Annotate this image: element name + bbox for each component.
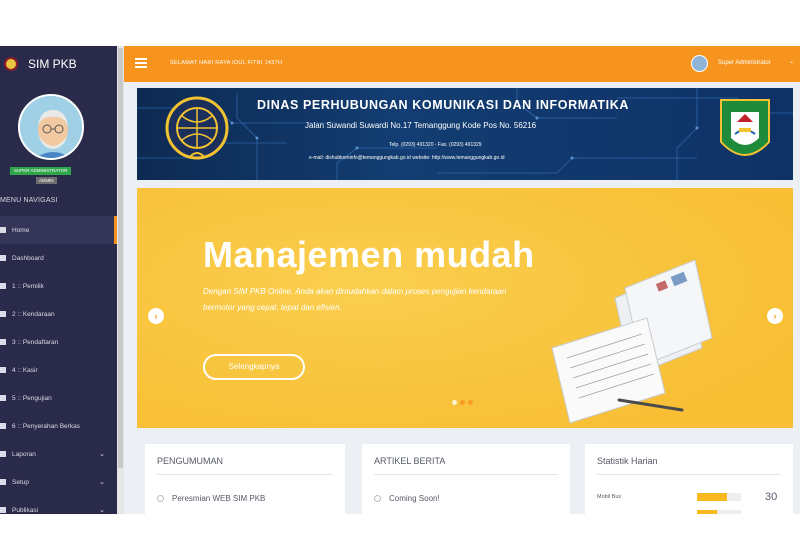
car-icon: [0, 311, 6, 317]
brand-logo-icon: [4, 57, 18, 71]
sidebar-item-label: 3 :: Pendaftaran: [12, 338, 59, 346]
chevron-down-icon[interactable]: ⌄: [789, 58, 794, 65]
stats-title: Statistik Harian: [597, 456, 658, 466]
divider: [157, 474, 333, 475]
settings-icon: [0, 479, 6, 485]
sidebar-item-label: Home: [12, 226, 30, 234]
document-icon: [0, 423, 6, 429]
carousel-prev-icon[interactable]: ‹: [148, 308, 164, 324]
sidebar-menu: HomeDashboard1 :: Pemilik2 :: Kendaraan3…: [0, 216, 117, 514]
news-box: ARTIKEL BERITA Coming Soon!: [362, 444, 570, 514]
news-item[interactable]: Coming Soon!: [374, 494, 440, 503]
news-title: ARTIKEL BERITA: [374, 456, 446, 466]
stats-box: Statistik Harian Mobil Bus 30: [585, 444, 793, 514]
hero-carousel: Manajemen mudah Dengan SIM PKB Online, A…: [137, 188, 793, 428]
stat-progress-secondary: [697, 510, 741, 514]
hero-title: Manajemen mudah: [203, 234, 535, 275]
timeline-dot-icon: [374, 495, 381, 502]
test-icon: [0, 395, 6, 401]
agency-contact: e-mail: dishubkominfo@temanggungkab.go.i…: [309, 155, 505, 161]
sidebar-item-3-pendaftaran[interactable]: 3 :: Pendaftaran: [0, 328, 117, 356]
hero-text: Dengan SIM PKB Online, Anda akan dimudah…: [203, 287, 507, 312]
dashboard-icon: [0, 255, 6, 261]
sidebar-item-label: 5 :: Pengujian: [12, 394, 52, 402]
publish-icon: [0, 507, 6, 513]
sidebar-item-6-penyerahan-berkas[interactable]: 6 :: Penyerahan Berkas: [0, 412, 117, 440]
sidebar-item-5-pengujian[interactable]: 5 :: Pengujian: [0, 384, 117, 412]
app-window: SIM PKB SUPER ADMINISTRATOR ADMIN MENU N…: [0, 46, 800, 514]
carousel-dot[interactable]: [468, 400, 473, 405]
sidebar: SIM PKB SUPER ADMINISTRATOR ADMIN MENU N…: [0, 46, 117, 514]
agency-address: Jalan Suwandi Suwardi No.17 Temanggung K…: [305, 121, 537, 130]
scrollbar-thumb[interactable]: [118, 48, 123, 468]
news-item-label: Coming Soon!: [389, 494, 440, 503]
carousel-next-icon[interactable]: ›: [767, 308, 783, 324]
announcement-item[interactable]: Peresmian WEB SIM PKB: [157, 494, 265, 503]
dishub-logo-icon: [165, 96, 229, 160]
role-badge-secondary: ADMIN: [36, 177, 57, 184]
chevron-down-icon: ⌄: [99, 451, 105, 458]
agency-phone: Telp. (0293) 491320 - Fax. (0293) 491329: [389, 142, 482, 148]
sidebar-item-label: Publikasi: [12, 506, 39, 514]
avatar-icon: [20, 96, 82, 158]
read-more-button[interactable]: Selengkapnya: [203, 354, 305, 380]
divider: [597, 474, 781, 475]
divider: [374, 474, 558, 475]
report-icon: [0, 451, 6, 457]
sidebar-item-label: Dashboard: [12, 254, 44, 262]
sidebar-item-4-kasir[interactable]: 4 :: Kasir: [0, 356, 117, 384]
user-avatar[interactable]: [691, 55, 708, 72]
carousel-dot[interactable]: [452, 400, 457, 405]
header-banner: DINAS PERHUBUNGAN KOMUNIKASI DAN INFORMA…: [137, 88, 793, 180]
announcement-box: PENGUMUMAN Peresmian WEB SIM PKB: [145, 444, 345, 514]
stat-label: Mobil Bus: [597, 494, 622, 500]
stat-progress-fill-secondary: [697, 510, 717, 514]
sidebar-brand[interactable]: SIM PKB: [0, 46, 117, 82]
agency-title: DINAS PERHUBUNGAN KOMUNIKASI DAN INFORMA…: [257, 98, 629, 112]
stat-progress: [697, 493, 741, 501]
sidebar-scrollbar[interactable]: [117, 46, 124, 514]
role-badge: SUPER ADMINISTRATOR: [10, 167, 72, 175]
sidebar-item-laporan[interactable]: Laporan ⌄: [0, 440, 117, 468]
sign-in-icon: [0, 339, 6, 345]
greeting-text: SELAMAT HARI RAYA IDUL FITRI 1437H: [170, 60, 283, 66]
sidebar-item-2-kendaraan[interactable]: 2 :: Kendaraan: [0, 300, 117, 328]
home-icon: [0, 227, 6, 233]
announcement-item-label: Peresmian WEB SIM PKB: [172, 494, 266, 503]
user-icon: [0, 283, 6, 289]
sidebar-item-setup[interactable]: Setup ⌄: [0, 468, 117, 496]
chevron-down-icon: ⌄: [99, 507, 105, 514]
sidebar-item-label: 2 :: Kendaraan: [12, 310, 55, 318]
sidebar-item-label: Setup: [12, 478, 29, 486]
sidebar-item-home[interactable]: Home: [0, 216, 117, 244]
menu-toggle-icon[interactable]: [135, 58, 147, 68]
menu-header: MENU NAVIGASI: [0, 197, 58, 204]
sidebar-item-label: 1 :: Pemilik: [12, 282, 44, 290]
stat-progress-fill: [697, 493, 727, 501]
chevron-down-icon: ⌄: [99, 479, 105, 486]
avatar: [18, 94, 84, 160]
cash-icon: [0, 367, 6, 373]
temanggung-seal-icon: [720, 99, 770, 156]
announcement-title: PENGUMUMAN: [157, 456, 224, 466]
stat-value: 30: [765, 491, 778, 503]
sidebar-item-dashboard[interactable]: Dashboard: [0, 244, 117, 272]
carousel-indicators: [452, 400, 473, 405]
sidebar-item-1-pemilik[interactable]: 1 :: Pemilik: [0, 272, 117, 300]
sidebar-item-label: Laporan: [12, 450, 36, 458]
topbar: SELAMAT HARI RAYA IDUL FITRI 1437H Super…: [124, 46, 800, 82]
sidebar-item-label: 6 :: Penyerahan Berkas: [12, 422, 80, 430]
carousel-dot[interactable]: [460, 400, 465, 405]
brand-name: SIM PKB: [28, 57, 77, 71]
timeline-dot-icon: [157, 495, 164, 502]
sidebar-item-publikasi[interactable]: Publikasi ⌄: [0, 496, 117, 514]
user-name[interactable]: Super Administrator: [718, 60, 771, 66]
sidebar-item-label: 4 :: Kasir: [12, 366, 38, 374]
